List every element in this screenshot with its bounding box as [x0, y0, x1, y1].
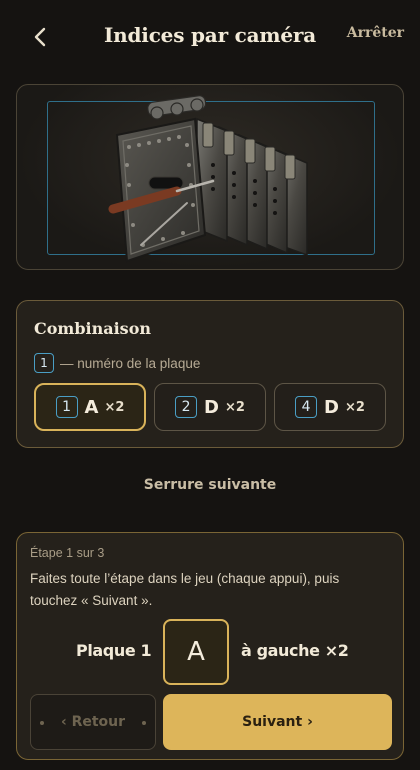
combination-chip-3[interactable]: 4 D ×2 — [274, 383, 386, 431]
next-button[interactable]: Suivant › — [163, 694, 392, 750]
plate-action-row: Plaque 1 A à gauche ×2 — [17, 619, 405, 685]
chip-letter: D — [204, 396, 219, 418]
camera-image-card — [16, 84, 404, 270]
plate-number-legend: 1 — numéro de la plaque — [34, 353, 200, 373]
next-button-label: Suivant › — [242, 714, 313, 730]
chip-count: ×2 — [104, 399, 125, 415]
dot-icon — [40, 721, 44, 725]
step-instruction: Faites toute l’étape dans le jeu (chaque… — [30, 571, 340, 608]
legend-number-badge: 1 — [34, 353, 54, 373]
chip-letter: A — [84, 396, 99, 418]
plate-direction: à gauche ×2 — [241, 641, 349, 660]
legend-text: — numéro de la plaque — [60, 355, 201, 371]
plate-lock-image — [108, 95, 308, 263]
previous-button-label: ‹ Retour — [60, 714, 126, 730]
step-card: Étape 1 sur 3 Faites toute l’étape dans … — [16, 532, 404, 760]
next-lock-button[interactable]: Serrure suivante — [0, 477, 420, 493]
chip-count: ×2 — [345, 399, 365, 415]
header: Indices par caméra Arrêter — [0, 0, 420, 72]
chip-plate-number: 1 — [55, 396, 78, 418]
combination-card: Combinaison 1 — numéro de la plaque 1 A … — [16, 300, 404, 448]
plate-letter-box: A — [163, 619, 229, 685]
previous-button[interactable]: ‹ Retour — [30, 694, 156, 750]
chip-count: ×2 — [225, 399, 245, 415]
stop-button[interactable]: Arrêter — [347, 25, 404, 41]
chip-plate-number: 2 — [175, 396, 198, 418]
combination-title: Combinaison — [34, 319, 151, 338]
plate-label: Plaque 1 — [76, 641, 152, 660]
combination-chip-2[interactable]: 2 D ×2 — [154, 383, 266, 431]
step-counter: Étape 1 sur 3 — [30, 546, 105, 560]
chip-plate-number: 4 — [295, 396, 318, 418]
chip-letter: D — [324, 396, 339, 418]
dot-icon — [142, 721, 146, 725]
combination-chip-1[interactable]: 1 A ×2 — [34, 383, 146, 431]
